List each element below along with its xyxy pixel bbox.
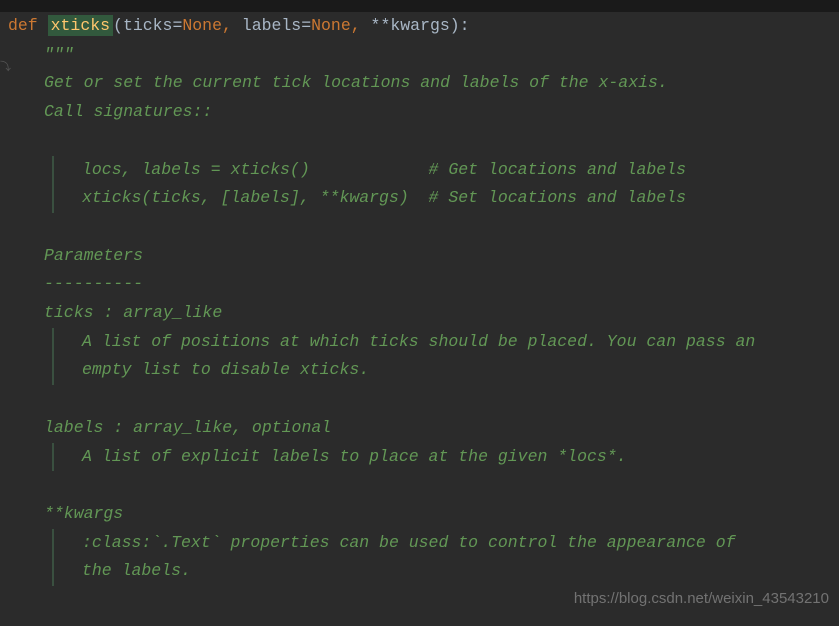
docstring-sig2: xticks(ticks, [labels], **kwargs) # Set … (52, 184, 839, 213)
docstring-param-labels-desc: A list of explicit labels to place at th… (52, 443, 839, 472)
docstring-blank (8, 213, 839, 242)
param-ticks: ticks (123, 16, 173, 35)
gutter-indicator: ⤵ (0, 59, 11, 78)
docstring-sig1: locs, labels = xticks() # Get locations … (52, 156, 839, 185)
docstring-param-kwargs: **kwargs (8, 500, 839, 529)
function-name: xticks (48, 15, 113, 36)
docstring-params-underline: ---------- (8, 270, 839, 299)
docstring-param-ticks-desc1: A list of positions at which ticks shoul… (52, 328, 839, 357)
editor-top-bar (0, 0, 839, 12)
docstring-open: """ (8, 41, 839, 70)
docstring-signatures-header: Call signatures:: (8, 98, 839, 127)
docstring-param-labels: labels : array_like, optional (8, 414, 839, 443)
param-kwargs: kwargs (390, 16, 449, 35)
none-value: None (311, 16, 351, 35)
docstring-param-kwargs-desc1: :class:`.Text` properties can be used to… (52, 529, 839, 558)
docstring-summary: Get or set the current tick locations an… (8, 69, 839, 98)
docstring-param-ticks-desc2: empty list to disable xticks. (52, 356, 839, 385)
docstring-blank (8, 127, 839, 156)
docstring-blank (8, 385, 839, 414)
none-value: None (182, 16, 222, 35)
param-labels: labels (242, 16, 301, 35)
code-editor[interactable]: def xticks(ticks=None, labels=None, **kw… (0, 12, 839, 586)
docstring-param-ticks: ticks : array_like (8, 299, 839, 328)
docstring-params-header: Parameters (8, 242, 839, 271)
close-paren: ): (450, 16, 470, 35)
function-def-line: def xticks(ticks=None, labels=None, **kw… (8, 12, 839, 41)
docstring-blank (8, 471, 839, 500)
keyword-def: def (8, 16, 38, 35)
docstring-param-kwargs-desc2: the labels. (52, 557, 839, 586)
watermark-text: https://blog.csdn.net/weixin_43543210 (574, 586, 829, 612)
open-paren: ( (113, 16, 123, 35)
